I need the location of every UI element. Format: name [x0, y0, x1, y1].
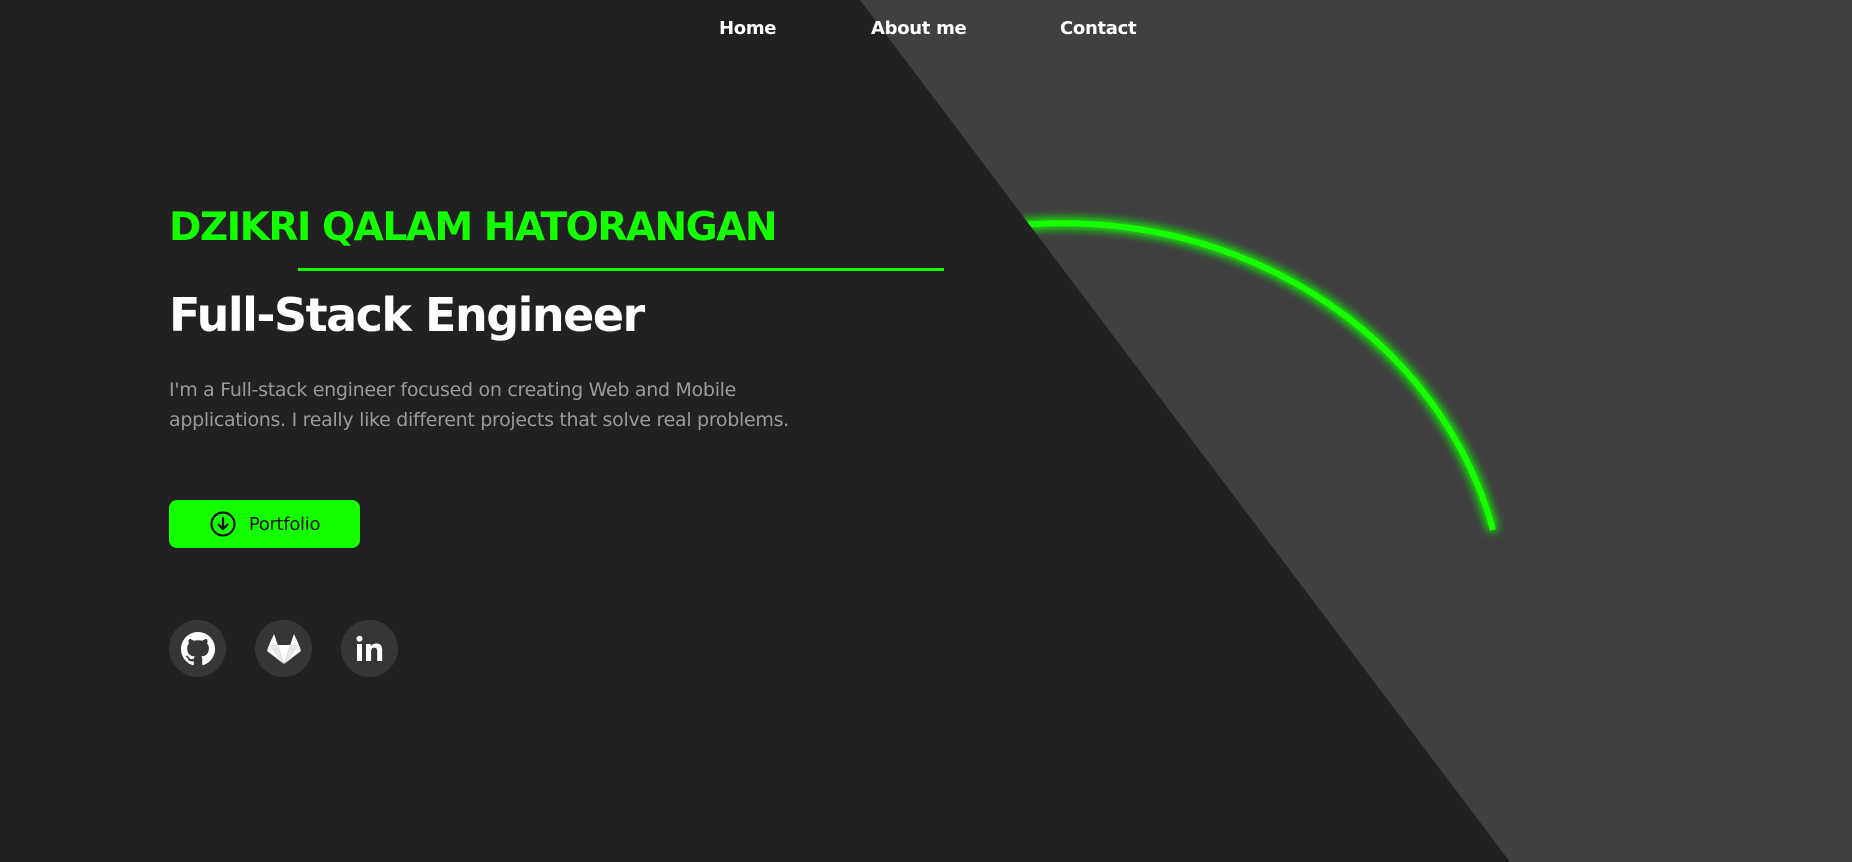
hero-bio: I'm a Full-stack engineer focused on cre…	[169, 379, 789, 431]
github-link[interactable]	[169, 620, 226, 677]
name-underline	[298, 268, 944, 271]
nav-link-home[interactable]: Home	[719, 18, 777, 39]
diagonal-panel	[860, 0, 1852, 862]
page: Home About me Contact DZIKRI QALAM HATOR…	[0, 0, 1852, 862]
gitlab-icon	[266, 632, 302, 666]
hero-role: Full-Stack Engineer	[169, 288, 645, 342]
top-nav: Home About me Contact	[0, 18, 1852, 42]
hero-name: DZIKRI QALAM HATORANGAN	[169, 205, 778, 250]
github-icon	[180, 631, 215, 666]
linkedin-icon	[355, 634, 385, 664]
linkedin-link[interactable]	[341, 620, 398, 677]
nav-link-contact[interactable]: Contact	[1060, 18, 1137, 39]
nav-link-about-me[interactable]: About me	[871, 18, 967, 39]
portfolio-button-label: Portfolio	[248, 513, 321, 535]
social-links	[169, 620, 398, 677]
portfolio-button[interactable]: Portfolio	[169, 500, 360, 548]
gitlab-link[interactable]	[255, 620, 312, 677]
arrow-down-circle-icon	[209, 510, 237, 538]
